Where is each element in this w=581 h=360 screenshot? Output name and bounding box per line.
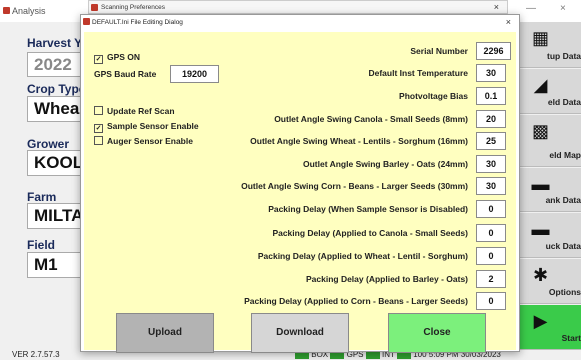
crop-type-field[interactable]: Whea: [27, 96, 87, 122]
farm-field[interactable]: MILTA: [27, 203, 87, 229]
crop-type-label: Crop Type: [27, 82, 86, 96]
close-icon[interactable]: ×: [560, 3, 566, 14]
angle-barley-field[interactable]: 30: [476, 155, 506, 173]
angle-wheat-label: Outlet Angle Swing Wheat - Lentils - Sor…: [250, 136, 468, 146]
angle-corn-field[interactable]: 30: [476, 177, 506, 195]
default-temp-label: Default Inst Temperature: [368, 68, 468, 78]
field-label: Field: [27, 238, 56, 252]
ini-edit-dialog: DEFAULT.Ini File Editing Dialog × ✓ GPS O…: [80, 14, 520, 353]
upload-button[interactable]: Upload: [116, 313, 214, 353]
serial-number-label: Serial Number: [410, 46, 468, 56]
grower-field[interactable]: KOOL: [27, 150, 87, 176]
packing-delay-wheat-field[interactable]: 0: [476, 247, 506, 265]
checkbox-icon: [94, 136, 103, 145]
angle-canola-label: Outlet Angle Swing Canola - Small Seeds …: [274, 114, 468, 124]
packing-delay-corn-label: Packing Delay (Applied to Corn - Beans -…: [244, 296, 468, 306]
gps-on-checkbox[interactable]: ✓ GPS ON: [94, 52, 140, 64]
scanning-preferences-title: Scanning Preferences: [101, 4, 165, 11]
angle-barley-label: Outlet Angle Swing Barley - Oats (24mm): [303, 159, 468, 169]
harvest-year-field[interactable]: 2022: [27, 52, 87, 77]
minimize-icon[interactable]: —: [526, 3, 536, 14]
packing-delay-barley-label: Packing Delay (Applied to Barley - Oats): [305, 274, 468, 284]
packing-delay-canola-label: Packing Delay (Applied to Canola - Small…: [272, 228, 468, 238]
download-button[interactable]: Download: [251, 313, 349, 353]
status-light-int: [365, 350, 380, 359]
auger-sensor-checkbox[interactable]: Auger Sensor Enable: [94, 136, 193, 146]
gps-baud-field[interactable]: 19200: [170, 65, 219, 83]
packing-delay-wheat-label: Packing Delay (Applied to Wheat - Lentil…: [257, 251, 468, 261]
angle-canola-field[interactable]: 20: [476, 110, 506, 128]
photovoltage-bias-field[interactable]: 0.1: [476, 87, 506, 105]
dialog-title-bar: DEFAULT.Ini File Editing Dialog ×: [81, 15, 519, 31]
close-button[interactable]: Close: [388, 313, 486, 353]
default-temp-field[interactable]: 30: [476, 64, 506, 82]
update-ref-scan-checkbox[interactable]: Update Ref Scan: [94, 106, 175, 116]
farm-label: Farm: [27, 190, 57, 204]
packing-delay-disabled-label: Packing Delay (When Sample Sensor is Dis…: [268, 204, 468, 214]
gps-baud-label: GPS Baud Rate: [94, 69, 157, 79]
checkbox-icon: ✓: [94, 55, 103, 64]
photovoltage-bias-label: Photvoltage Bias: [399, 91, 468, 101]
angle-corn-label: Outlet Angle Swing Corn - Beans - Larger…: [241, 181, 468, 191]
app-icon: [91, 4, 98, 11]
dialog-title: DEFAULT.Ini File Editing Dialog: [92, 19, 183, 26]
checkbox-icon: ✓: [94, 124, 103, 133]
settings-panel: ✓ GPS ON GPS Baud Rate 19200 Update Ref S…: [84, 32, 516, 353]
close-icon[interactable]: ×: [494, 2, 499, 12]
serial-number-field[interactable]: 2296: [476, 42, 511, 60]
packing-delay-disabled-field[interactable]: 0: [476, 200, 506, 218]
app-icon: [3, 7, 10, 14]
version-text: VER 2.7.57.3: [12, 350, 60, 359]
grower-label: Grower: [27, 137, 70, 151]
scanning-preferences-title-bar: Scanning Preferences ×: [88, 0, 508, 14]
harvest-year-label: Harvest Ye: [27, 36, 89, 50]
close-icon[interactable]: ×: [506, 17, 511, 27]
sample-sensor-checkbox[interactable]: ✓ Sample Sensor Enable: [94, 121, 199, 133]
packing-delay-barley-field[interactable]: 2: [476, 270, 506, 288]
field-field[interactable]: M1: [27, 252, 87, 278]
angle-wheat-field[interactable]: 25: [476, 132, 506, 150]
packing-delay-canola-field[interactable]: 0: [476, 224, 506, 242]
checkbox-icon: [94, 106, 103, 115]
packing-delay-corn-field[interactable]: 0: [476, 292, 506, 310]
analysis-title: Analysis: [12, 6, 46, 16]
app-icon: [83, 18, 90, 25]
